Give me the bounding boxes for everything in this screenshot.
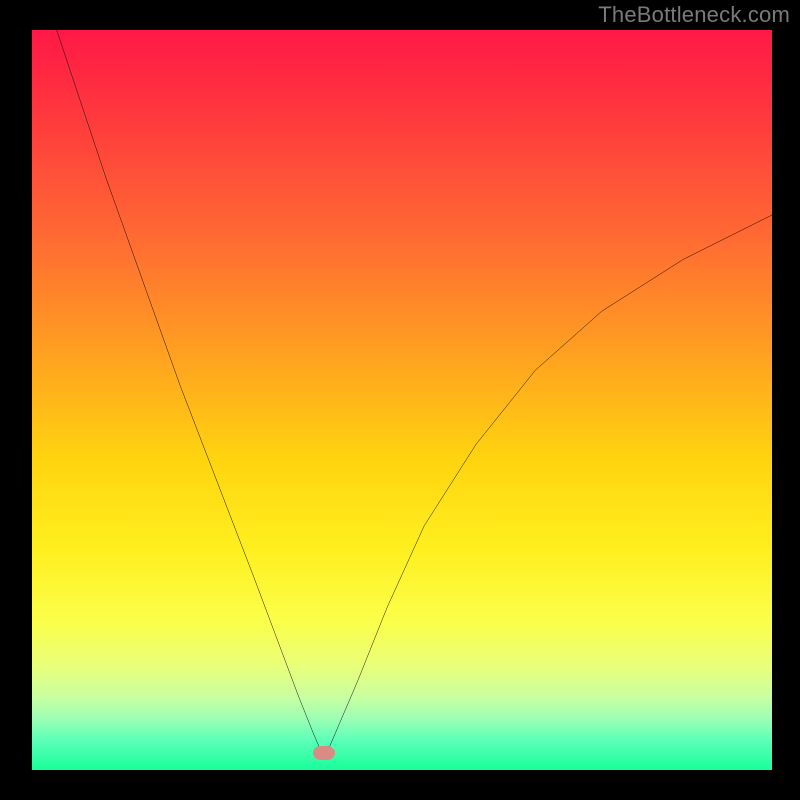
- watermark-text: TheBottleneck.com: [598, 2, 790, 28]
- chart-frame: TheBottleneck.com: [0, 0, 800, 800]
- curve-svg: [32, 30, 772, 770]
- bottleneck-curve: [32, 30, 772, 759]
- plot-area: [32, 30, 772, 770]
- optimal-marker: [313, 746, 335, 760]
